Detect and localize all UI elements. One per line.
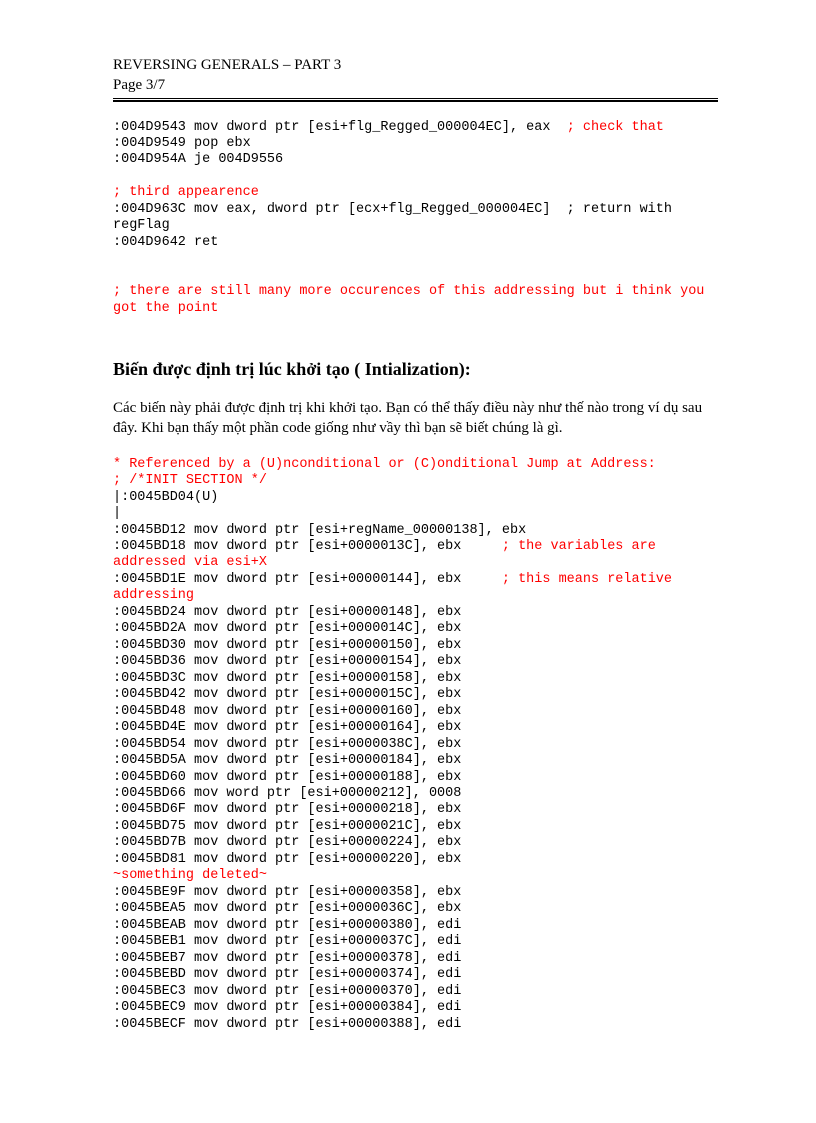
code-line: :0045BD66 mov word ptr [esi+00000212], 0… xyxy=(113,786,461,801)
body-paragraph: Các biến này phải được định trị khi khởi… xyxy=(113,398,718,439)
code-comment: ~something deleted~ xyxy=(113,868,267,883)
code-line: :0045BD42 mov dword ptr [esi+0000015C], … xyxy=(113,687,461,702)
code-line: :004D9543 mov dword ptr [esi+flg_Regged_… xyxy=(113,120,567,135)
code-comment: ; check that xyxy=(567,120,664,135)
code-line: :0045BD3C mov dword ptr [esi+00000158], … xyxy=(113,671,461,686)
code-line: :0045BEC9 mov dword ptr [esi+00000384], … xyxy=(113,1000,461,1015)
section-heading: Biến được định trị lúc khởi tạo ( Intial… xyxy=(113,359,718,380)
code-line: :0045BD6F mov dword ptr [esi+00000218], … xyxy=(113,802,461,817)
code-line: :0045BEBD mov dword ptr [esi+00000374], … xyxy=(113,967,461,982)
code-line: :0045BD2A mov dword ptr [esi+0000014C], … xyxy=(113,621,461,636)
header-rule xyxy=(113,98,718,102)
code-comment: ; third appearence xyxy=(113,185,259,200)
page-number: Page 3/7 xyxy=(113,75,718,95)
code-comment: ; there are still many more occurences o… xyxy=(113,284,713,315)
code-line: | xyxy=(113,506,121,521)
code-line: :004D954A je 004D9556 xyxy=(113,152,283,167)
doc-title: REVERSING GENERALS – PART 3 xyxy=(113,55,718,75)
code-line: :0045BEC3 mov dword ptr [esi+00000370], … xyxy=(113,984,461,999)
code-line: :0045BD36 mov dword ptr [esi+00000154], … xyxy=(113,654,461,669)
code-block-2: * Referenced by a (U)nconditional or (C)… xyxy=(113,457,718,1033)
code-line: :0045BD60 mov dword ptr [esi+00000188], … xyxy=(113,770,461,785)
code-comment: ; /*INIT SECTION */ xyxy=(113,473,267,488)
code-line: :0045BD7B mov dword ptr [esi+00000224], … xyxy=(113,835,461,850)
code-line: :004D963C mov eax, dword ptr [ecx+flg_Re… xyxy=(113,202,680,233)
page-header: REVERSING GENERALS – PART 3 Page 3/7 xyxy=(113,55,718,96)
code-line: :0045BD5A mov dword ptr [esi+00000184], … xyxy=(113,753,461,768)
code-line: :0045BEAB mov dword ptr [esi+00000380], … xyxy=(113,918,461,933)
code-line: :0045BECF mov dword ptr [esi+00000388], … xyxy=(113,1017,461,1032)
code-line: :0045BD4E mov dword ptr [esi+00000164], … xyxy=(113,720,461,735)
code-line: :0045BD75 mov dword ptr [esi+0000021C], … xyxy=(113,819,461,834)
code-line: :0045BD54 mov dword ptr [esi+0000038C], … xyxy=(113,737,461,752)
code-line: :0045BD81 mov dword ptr [esi+00000220], … xyxy=(113,852,461,867)
code-comment: * Referenced by a (U)nconditional or (C)… xyxy=(113,457,656,472)
code-line: :0045BEB1 mov dword ptr [esi+0000037C], … xyxy=(113,934,461,949)
code-line: :004D9549 pop ebx xyxy=(113,136,251,151)
code-line: :0045BD12 mov dword ptr [esi+regName_000… xyxy=(113,523,526,538)
code-line: |:0045BD04(U) xyxy=(113,490,218,505)
code-line: :0045BD24 mov dword ptr [esi+00000148], … xyxy=(113,605,461,620)
code-line: :0045BEB7 mov dword ptr [esi+00000378], … xyxy=(113,951,461,966)
code-line: :0045BD48 mov dword ptr [esi+00000160], … xyxy=(113,704,461,719)
code-line: :0045BE9F mov dword ptr [esi+00000358], … xyxy=(113,885,461,900)
code-line: :0045BD30 mov dword ptr [esi+00000150], … xyxy=(113,638,461,653)
code-line: :0045BD18 mov dword ptr [esi+0000013C], … xyxy=(113,539,502,554)
code-line: :0045BEA5 mov dword ptr [esi+0000036C], … xyxy=(113,901,461,916)
code-line: :004D9642 ret xyxy=(113,235,218,250)
code-line: :0045BD1E mov dword ptr [esi+00000144], … xyxy=(113,572,502,587)
code-block-1: :004D9543 mov dword ptr [esi+flg_Regged_… xyxy=(113,120,718,318)
